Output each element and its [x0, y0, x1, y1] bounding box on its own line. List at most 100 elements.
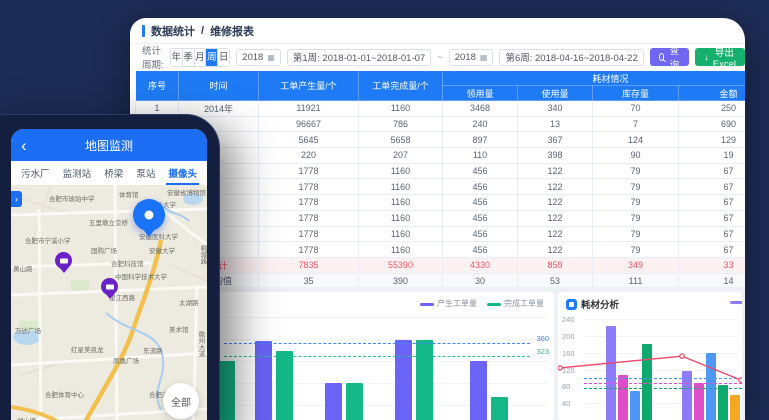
phone-tab[interactable]: 监测站	[63, 161, 92, 185]
table-cell: 4330	[443, 257, 518, 273]
phone-tab[interactable]: 摄像头	[168, 161, 197, 185]
table-cell: 67	[679, 195, 746, 211]
period-option[interactable]: 季	[183, 49, 195, 66]
reference-line	[224, 356, 530, 357]
table-cell: 3468	[443, 101, 518, 117]
table-cell: 70	[593, 101, 679, 117]
table-cell: 1778	[259, 226, 359, 242]
period-option[interactable]: 月	[195, 49, 207, 66]
sub-column-header: 库存量	[593, 86, 679, 101]
reference-line-label: 360	[536, 335, 549, 343]
table-cell: 55390	[359, 257, 443, 273]
gridline	[224, 361, 548, 362]
map-label: 合肥市琥珀中学	[49, 193, 95, 203]
breadcrumb-accent-bar	[142, 25, 145, 37]
show-all-button[interactable]: 全部	[163, 383, 199, 419]
table-cell: 11921	[259, 101, 359, 117]
column-header: 序号	[136, 71, 179, 101]
table-cell: 5645	[259, 132, 359, 148]
workorder-chart-card: 产生工单量完成工单量 360323	[218, 292, 554, 420]
map-label: 黄山路	[13, 263, 33, 273]
table-row: 177811604561227967	[136, 163, 746, 179]
bar	[276, 351, 293, 420]
table-cell: 1160	[359, 242, 443, 258]
filter-bar: 统计周期: 年季月周日 2018 ▦ 第1周: 2018-01-01~2018-…	[130, 44, 745, 70]
table-cell: 1778	[259, 163, 359, 179]
table-cell: 1778	[259, 195, 359, 211]
period-option[interactable]: 周	[206, 49, 218, 66]
legend-item: 完成工单量	[487, 298, 544, 309]
report-table: 序号时间工单产生量/个工单完成量/个耗材情况领用量使用量库存量金额12014年1…	[135, 70, 745, 289]
table-cell: 859	[518, 257, 593, 273]
map-label: 太湖路	[179, 297, 199, 307]
table-cell: 240	[443, 116, 518, 132]
camera-marker[interactable]	[101, 278, 118, 295]
back-button[interactable]: ‹	[21, 137, 27, 154]
table-cell: 122	[518, 163, 593, 179]
table-cell: 96667	[259, 116, 359, 132]
table-cell: 110	[443, 148, 518, 164]
end-week-select[interactable]: 第6周: 2018-04-16~2018-04-22	[499, 49, 643, 66]
period-option[interactable]: 日	[218, 49, 229, 66]
map-expand-button[interactable]: ›	[11, 191, 22, 207]
reference-line	[224, 343, 530, 344]
phone-tab[interactable]: 污水厂	[21, 161, 50, 185]
table-cell: 456	[443, 210, 518, 226]
phone-tab[interactable]: 泵站	[136, 161, 155, 185]
bar	[255, 341, 272, 420]
period-option[interactable]: 年	[171, 49, 183, 66]
consumable-chart-card: 耗材分析 2402001601208040	[558, 292, 742, 420]
table-cell: 5658	[359, 132, 443, 148]
table-cell: 129	[679, 132, 746, 148]
map-label: 合肥市宁溪小学	[25, 235, 71, 245]
gridline	[224, 317, 548, 318]
legend-label: 完成工单量	[504, 299, 544, 308]
phone-app-header: ‹ 地图监测	[11, 129, 207, 161]
phone-tab-bar: 污水厂监测站桥梁泵站摄像头	[11, 161, 207, 185]
map-view[interactable]: › 全部 合肥市琥珀中学体育馆安徽农业大学安徽省博物馆五里墩立交桥合肥市宁溪小学…	[11, 185, 207, 420]
period-label: 统计周期:	[142, 43, 164, 71]
table-cell: 349	[593, 257, 679, 273]
start-year-select[interactable]: 2018 ▦	[236, 49, 281, 66]
table-cell: 456	[443, 179, 518, 195]
table-cell: 79	[593, 163, 679, 179]
table-cell: 1778	[259, 210, 359, 226]
map-label: 桐城路	[197, 245, 207, 265]
map-label: 合肥科技馆	[111, 258, 144, 268]
export-excel-button[interactable]: ↓ 导出Excel	[695, 48, 745, 66]
table-row: 2202071103989019	[136, 148, 746, 164]
table-row: 12014年119211160346834070250	[136, 101, 746, 117]
camera-marker[interactable]	[55, 252, 72, 269]
desktop-background: 数据统计 / 维修报表 统计周期: 年季月周日 2018 ▦ 第1周: 2018…	[0, 0, 769, 420]
search-icon	[659, 53, 665, 61]
start-week-select[interactable]: 第1周: 2018-01-01~2018-01-07	[287, 49, 431, 66]
table-cell: 690	[679, 116, 746, 132]
table-cell: 90	[593, 148, 679, 164]
table-cell: 250	[679, 101, 746, 117]
reference-line-label: 323	[536, 348, 549, 356]
start-week-value: 第1周: 2018-01-01~2018-01-07	[293, 50, 425, 64]
query-button[interactable]: 查询	[650, 48, 690, 66]
start-year-value: 2018	[242, 52, 263, 63]
legend-marker	[420, 303, 434, 306]
table-cell: 33	[679, 257, 746, 273]
phone-tab[interactable]: 桥梁	[104, 161, 123, 185]
table-cell: 1160	[359, 210, 443, 226]
download-icon: ↓	[704, 53, 709, 62]
table-cell: 207	[359, 148, 443, 164]
table-row: 96667786240137690	[136, 116, 746, 132]
gridline	[224, 383, 548, 384]
selected-camera-marker[interactable]	[133, 199, 165, 231]
map-label: 五里墩立交桥	[89, 217, 128, 227]
map-label: 红星美凯龙	[71, 344, 104, 354]
trend-line	[558, 292, 742, 420]
table-cell: 79	[593, 210, 679, 226]
map-label: 合肥体育中心	[45, 389, 84, 399]
table-row: 177811604561227967	[136, 210, 746, 226]
table-row: 56455658897367124129	[136, 132, 746, 148]
breadcrumb-section[interactable]: 数据统计	[151, 23, 195, 39]
breadcrumb-page: 维修报表	[210, 23, 254, 39]
table-cell: 1160	[359, 179, 443, 195]
end-year-select[interactable]: 2018 ▦	[449, 49, 494, 66]
end-year-value: 2018	[455, 52, 476, 63]
